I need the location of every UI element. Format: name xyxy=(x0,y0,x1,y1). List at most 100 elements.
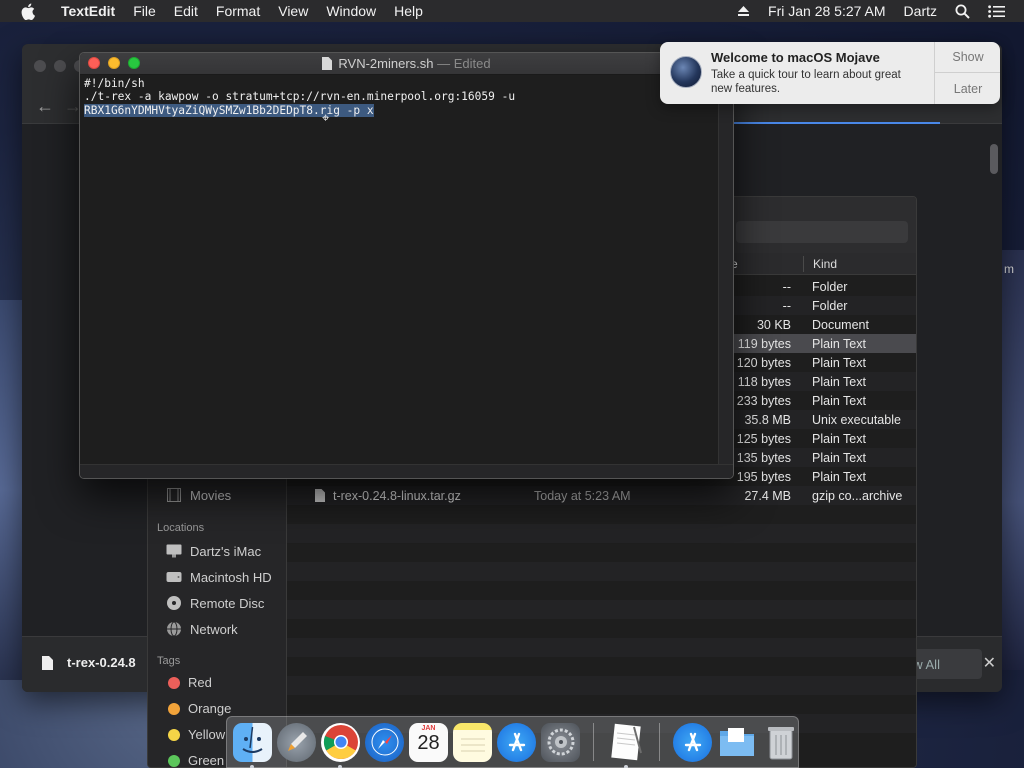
sidebar-item-macintosh-hd[interactable]: Macintosh HD xyxy=(166,569,272,585)
menu-format[interactable]: Format xyxy=(207,3,269,19)
sidebar-item-imac[interactable]: Dartz's iMac xyxy=(166,543,261,559)
browser-back-icon[interactable]: ← xyxy=(36,96,54,117)
file-size: -- xyxy=(782,280,791,294)
dock-separator xyxy=(593,723,594,761)
dock-safari-icon[interactable] xyxy=(365,722,404,762)
file-size: 119 bytes xyxy=(737,337,791,351)
empty-row xyxy=(287,562,916,581)
orange-tag-dot xyxy=(168,702,180,715)
empty-row xyxy=(287,676,916,695)
finder-search-field[interactable] xyxy=(736,221,908,243)
disc-icon xyxy=(166,595,182,611)
file-kind: Plain Text xyxy=(812,394,866,408)
apple-menu-icon[interactable] xyxy=(18,1,38,21)
menubar-clock[interactable]: Fri Jan 28 5:27 AM xyxy=(759,3,895,19)
menubar-user[interactable]: Dartz xyxy=(895,3,946,19)
macos-mojave-icon xyxy=(670,56,702,88)
sidebar-item-label: Dartz's iMac xyxy=(190,543,262,559)
running-indicator xyxy=(250,764,254,768)
sidebar-item-movies[interactable]: Movies xyxy=(166,487,231,503)
sidebar-item-network[interactable]: Network xyxy=(166,621,238,637)
file-size: 135 bytes xyxy=(736,451,791,465)
edited-status: — Edited xyxy=(437,56,491,71)
notification-show-button[interactable]: Show xyxy=(935,42,1000,73)
sidebar-item-label: Orange xyxy=(188,701,232,716)
dock-applications-stack-icon[interactable] xyxy=(673,722,712,762)
notification-banner[interactable]: Welcome to macOS Mojave Take a quick tou… xyxy=(660,42,1000,104)
empty-row xyxy=(287,619,916,638)
menu-view[interactable]: View xyxy=(269,3,317,19)
file-size: 195 bytes xyxy=(736,470,791,484)
network-globe-icon xyxy=(166,621,182,637)
close-download-bar-icon[interactable]: ✕ xyxy=(983,653,996,673)
dock-chrome-icon[interactable] xyxy=(321,722,360,768)
notification-actions: Show Later xyxy=(934,42,1000,104)
file-size: 27.4 MB xyxy=(744,489,791,503)
notification-later-button[interactable]: Later xyxy=(935,73,1000,104)
dock-system-preferences-icon[interactable] xyxy=(541,722,580,762)
menu-help[interactable]: Help xyxy=(385,3,432,19)
file-size: 125 bytes xyxy=(736,432,791,446)
dock: JAN 28 xyxy=(226,716,799,768)
textedit-window: RVN-2miners.sh — Edited #!/bin/sh ./t-re… xyxy=(79,52,734,479)
sidebar-tag-orange[interactable]: Orange xyxy=(168,701,231,716)
sidebar-tag-green[interactable]: Green xyxy=(168,753,224,767)
browser-scrollbar[interactable] xyxy=(990,144,998,174)
vertical-scrollbar[interactable] xyxy=(718,75,733,467)
ibeam-cursor-icon: ⌖ xyxy=(322,111,330,126)
sidebar-item-label: Movies xyxy=(190,487,232,503)
hard-disk-icon xyxy=(166,569,182,585)
dock-app-store-icon[interactable] xyxy=(497,722,536,762)
spotlight-search-icon[interactable] xyxy=(946,4,979,19)
movies-icon xyxy=(166,487,182,503)
sidebar-item-label: Red xyxy=(188,675,212,690)
column-separator xyxy=(803,256,804,272)
dock-trash-icon[interactable] xyxy=(761,723,800,762)
column-header-kind[interactable]: Kind xyxy=(813,257,837,271)
empty-row xyxy=(287,524,916,543)
sidebar-item-label: Remote Disc xyxy=(190,595,265,611)
dock-launchpad-icon[interactable] xyxy=(277,722,316,762)
horizontal-scrollbar[interactable] xyxy=(80,464,733,478)
running-indicator xyxy=(624,764,628,768)
sidebar-tag-yellow[interactable]: Yellow xyxy=(168,727,225,742)
textedit-titlebar: RVN-2miners.sh — Edited xyxy=(80,53,733,75)
empty-row xyxy=(287,638,916,657)
empty-row xyxy=(287,600,916,619)
text-document-area[interactable]: #!/bin/sh ./t-rex -a kawpow -o stratum+t… xyxy=(80,75,720,465)
calendar-day: 28 xyxy=(417,731,440,754)
menu-app-name[interactable]: TextEdit xyxy=(52,3,124,19)
file-kind: Plain Text xyxy=(812,451,866,465)
dock-textedit-icon[interactable] xyxy=(607,723,646,768)
sidebar-tag-red[interactable]: Red xyxy=(168,675,212,690)
menu-window[interactable]: Window xyxy=(317,3,385,19)
menu-file[interactable]: File xyxy=(124,3,165,19)
empty-row xyxy=(287,581,916,600)
document-filename: RVN-2miners.sh xyxy=(338,56,434,71)
text-line: #!/bin/sh xyxy=(84,77,145,90)
empty-row xyxy=(287,505,916,524)
notification-center-icon[interactable] xyxy=(979,4,1014,18)
file-size: -- xyxy=(782,299,791,313)
file-kind: Plain Text xyxy=(812,432,866,446)
file-date: Today at 5:23 AM xyxy=(534,489,631,503)
notification-title: Welcome to macOS Mojave xyxy=(711,50,880,65)
dock-calendar-icon[interactable]: JAN 28 xyxy=(409,722,448,762)
dock-documents-folder-icon[interactable] xyxy=(717,723,756,762)
sidebar-item-remote-disc[interactable]: Remote Disc xyxy=(166,595,264,611)
dock-finder-icon[interactable] xyxy=(233,722,272,768)
browser-close-button[interactable] xyxy=(34,60,46,72)
file-size: 118 bytes xyxy=(737,375,791,389)
menu-edit[interactable]: Edit xyxy=(165,3,207,19)
download-item[interactable]: t-rex-0.24.8 xyxy=(42,655,136,670)
eject-icon[interactable] xyxy=(728,5,759,17)
yellow-tag-dot xyxy=(168,728,180,741)
file-size: 35.8 MB xyxy=(744,413,791,427)
sidebar-section-tags: Tags xyxy=(157,655,181,667)
file-kind: Folder xyxy=(812,280,848,294)
file-size: 30 KB xyxy=(756,318,791,332)
dock-notes-icon[interactable] xyxy=(453,722,492,762)
notification-body: Take a quick tour to learn about great n… xyxy=(711,69,901,95)
browser-minimize-button[interactable] xyxy=(54,60,66,72)
file-row-tar-gz[interactable]: t-rex-0.24.8-linux.tar.gz Today at 5:23 … xyxy=(287,486,916,505)
